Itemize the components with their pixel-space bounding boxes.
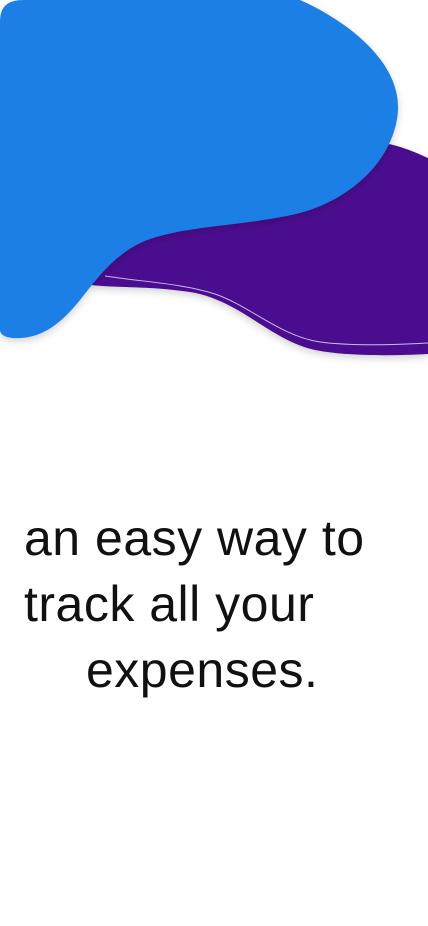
tagline-line-3: expenses. [86, 642, 319, 698]
onboarding-tagline: an easy way to track all your expenses. [0, 505, 428, 703]
decorative-blobs [0, 0, 428, 356]
tagline-line-2: track all your [24, 576, 315, 632]
tagline-line-1: an easy way to [24, 510, 365, 566]
onboarding-screen: an easy way to track all your expenses. [0, 0, 428, 926]
